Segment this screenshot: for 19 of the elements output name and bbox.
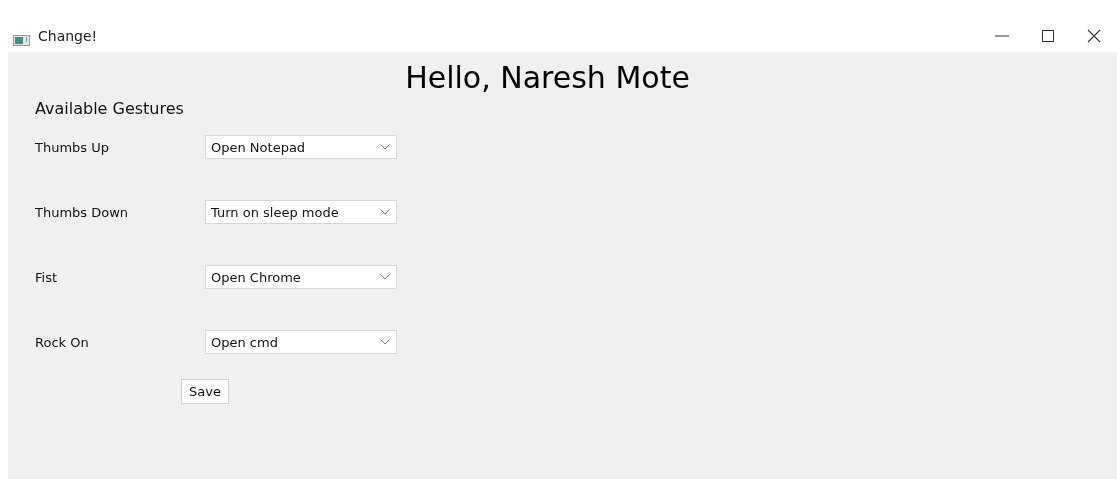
chevron-down-icon xyxy=(380,209,390,215)
chevron-down-icon xyxy=(380,144,390,150)
minimize-icon xyxy=(995,35,1009,37)
gesture-label: Thumbs Down xyxy=(35,204,130,220)
gesture-label: Rock On xyxy=(35,334,90,350)
gesture-label: Fist xyxy=(35,269,58,285)
gesture-label: Thumbs Up xyxy=(35,139,110,155)
chevron-down-icon xyxy=(380,339,390,345)
action-dropdown[interactable]: Open Chrome xyxy=(205,265,397,289)
save-button[interactable]: Save xyxy=(181,379,229,404)
section-title: Available Gestures xyxy=(35,99,184,118)
close-icon xyxy=(1087,29,1101,43)
window-title: Change! xyxy=(38,28,99,44)
action-dropdown[interactable]: Open Notepad xyxy=(205,135,397,159)
action-dropdown[interactable]: Open cmd xyxy=(205,330,397,354)
chevron-down-icon xyxy=(380,274,390,280)
maximize-icon xyxy=(1041,29,1055,43)
greeting-heading: Hello, Naresh Mote xyxy=(405,60,690,95)
action-dropdown[interactable]: Turn on sleep mode xyxy=(205,200,397,224)
